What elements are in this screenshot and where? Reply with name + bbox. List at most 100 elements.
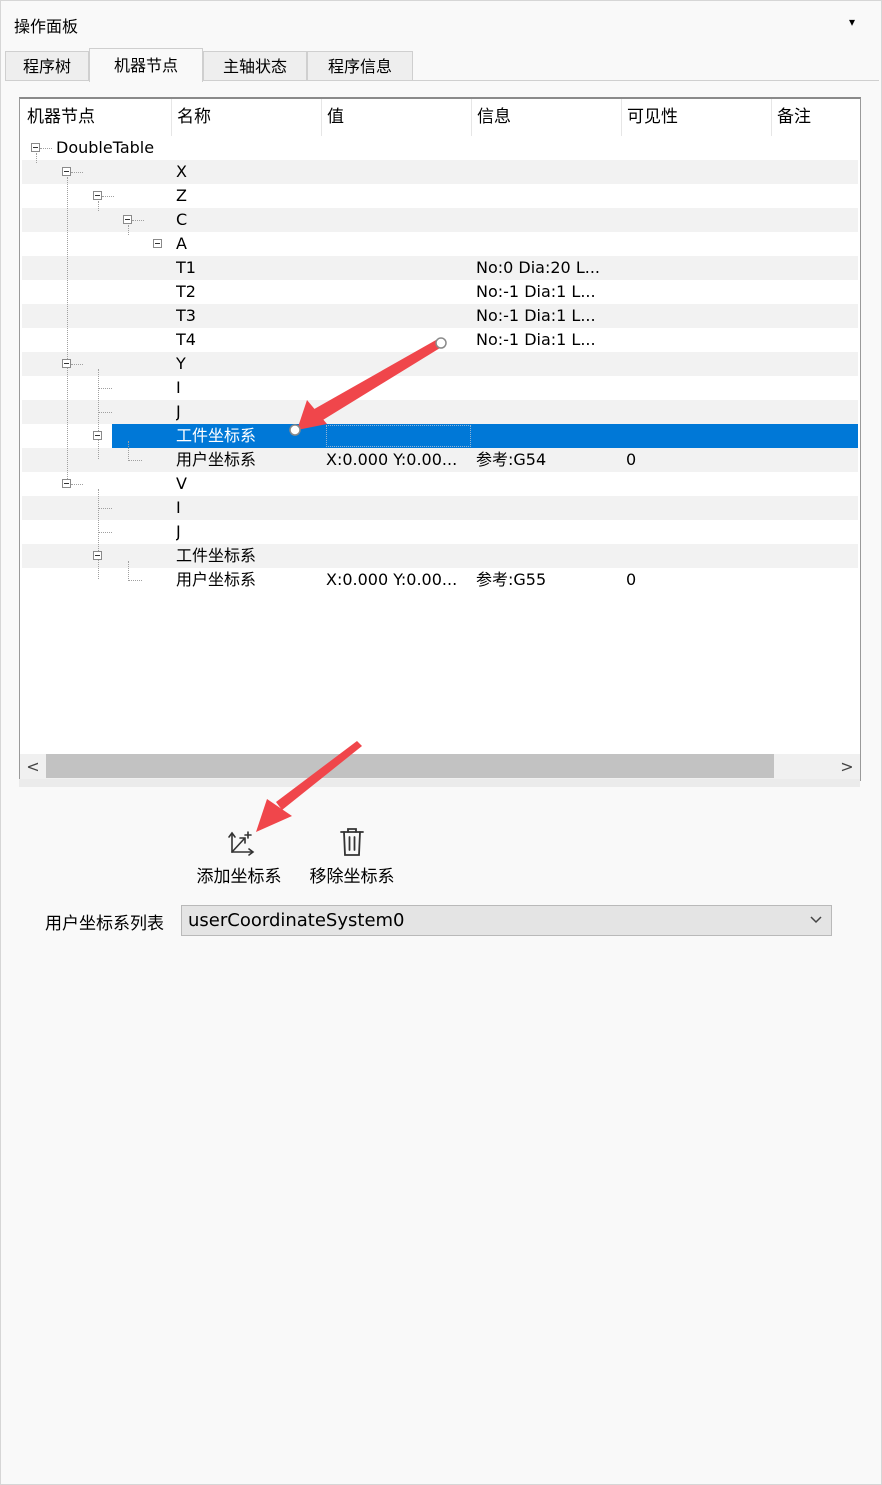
collapse-icon[interactable] — [93, 551, 102, 560]
tree-connector — [102, 196, 114, 197]
table-row[interactable]: 用户坐标系 X:0.000 Y:0.00... 参考:G55 0 — [22, 568, 858, 592]
tree-connector — [128, 225, 129, 235]
table-row[interactable]: V — [22, 472, 858, 496]
row-info: 参考:G55 — [476, 570, 547, 589]
axes-icon — [228, 831, 255, 856]
collapse-icon[interactable] — [93, 431, 102, 440]
scrollbar-thumb[interactable] — [46, 754, 774, 778]
collapse-icon[interactable] — [153, 239, 162, 248]
tree-connector — [98, 412, 112, 413]
tree-connector — [71, 364, 83, 365]
row-info: No:0 Dia:20 L... — [476, 258, 600, 277]
collapse-icon[interactable] — [93, 191, 102, 200]
add-coordinate-system-button[interactable]: 添加坐标系 — [190, 826, 288, 888]
row-name: 用户坐标系 — [176, 450, 257, 469]
scroll-left-icon[interactable]: < — [20, 754, 46, 780]
tab-program-info[interactable]: 程序信息 — [307, 51, 413, 81]
tree-connector — [71, 172, 83, 173]
table-row[interactable]: J — [22, 400, 858, 424]
tree-connector — [36, 153, 37, 163]
tree-connector — [98, 388, 112, 389]
table-row[interactable]: I — [22, 496, 858, 520]
row-name: 用户坐标系 — [176, 570, 257, 589]
table-row-selected[interactable]: 工件坐标系 — [112, 424, 858, 448]
row-name: T3 — [176, 306, 196, 325]
tab-program-tree[interactable]: 程序树 — [5, 51, 89, 81]
trash-icon — [340, 828, 364, 856]
remove-coordinate-system-button[interactable]: 移除坐标系 — [303, 826, 401, 888]
collapse-icon[interactable] — [31, 143, 40, 152]
scroll-right-icon[interactable]: > — [834, 754, 860, 780]
table-row[interactable]: J — [22, 520, 858, 544]
column-header-name[interactable]: 名称 — [172, 99, 322, 136]
table-row[interactable]: T4 No:-1 Dia:1 L... — [22, 328, 858, 352]
row-name: Z — [176, 186, 187, 205]
collapse-icon[interactable] — [62, 167, 71, 176]
selected-coordinate-system: userCoordinateSystem0 — [188, 910, 405, 931]
collapse-icon[interactable] — [62, 359, 71, 368]
tree-connector — [128, 460, 142, 461]
table-row[interactable]: T1 No:0 Dia:20 L... — [22, 256, 858, 280]
row-info: No:-1 Dia:1 L... — [476, 306, 596, 325]
tree-connector — [132, 220, 144, 221]
add-coordinate-system-label: 添加坐标系 — [196, 867, 282, 887]
column-header-remarks[interactable]: 备注 — [772, 99, 860, 136]
row-name: J — [176, 402, 181, 421]
table-row[interactable]: A — [22, 232, 858, 256]
column-header-value[interactable]: 值 — [322, 99, 472, 136]
table-row[interactable]: T2 No:-1 Dia:1 L... — [22, 280, 858, 304]
row-name: I — [176, 378, 181, 397]
grid-footer-strip — [19, 779, 860, 787]
tree-connector — [40, 148, 52, 149]
tab-machine-nodes[interactable]: 机器节点 — [89, 48, 203, 82]
column-header-info[interactable]: 信息 — [472, 99, 622, 136]
row-name: T4 — [176, 330, 196, 349]
row-info: No:-1 Dia:1 L... — [476, 330, 596, 349]
tree-connector — [128, 561, 129, 581]
tab-spindle-status[interactable]: 主轴状态 — [203, 51, 307, 81]
row-value: X:0.000 Y:0.00... — [326, 450, 458, 469]
row-name: X — [176, 162, 187, 181]
tree-connector — [98, 369, 99, 459]
table-row[interactable]: C — [22, 208, 858, 232]
tree-connector — [67, 177, 68, 487]
row-name: J — [176, 522, 181, 541]
row-name: A — [176, 234, 187, 253]
collapse-icon[interactable] — [62, 479, 71, 488]
tree-root-row[interactable]: DoubleTable — [22, 136, 858, 160]
table-row[interactable]: X — [22, 160, 858, 184]
tree-root-label: DoubleTable — [56, 138, 155, 157]
tree-connector — [98, 489, 99, 579]
table-row[interactable]: I — [22, 376, 858, 400]
collapse-icon[interactable] — [123, 215, 132, 224]
table-row[interactable]: 工件坐标系 — [22, 544, 858, 568]
row-value-focus-cell[interactable] — [326, 425, 471, 447]
chevron-down-icon[interactable] — [809, 914, 823, 926]
tree-connector — [128, 580, 142, 581]
tree-connector — [98, 508, 112, 509]
horizontal-scrollbar[interactable]: < > — [20, 754, 860, 780]
panel-title: 操作面板 — [14, 17, 79, 36]
grid-header: 机器节点 名称 值 信息 可见性 备注 — [20, 99, 860, 136]
tree-connector — [71, 484, 83, 485]
table-row[interactable]: 用户坐标系 X:0.000 Y:0.00... 参考:G54 0 — [22, 448, 858, 472]
tree-connector — [98, 532, 112, 533]
panel-menu-dropdown-icon[interactable]: ▾ — [849, 15, 855, 29]
column-header-visibility[interactable]: 可见性 — [622, 99, 772, 136]
table-row[interactable]: Y — [22, 352, 858, 376]
row-name: 工件坐标系 — [176, 426, 257, 445]
row-name: T1 — [176, 258, 196, 277]
column-header-machine-node[interactable]: 机器节点 — [22, 99, 172, 136]
remove-coordinate-system-label: 移除坐标系 — [309, 867, 395, 887]
row-name: T2 — [176, 282, 196, 301]
user-coordinate-list-label: 用户坐标系列表 — [45, 914, 164, 934]
row-info: 参考:G54 — [476, 450, 547, 469]
table-row[interactable]: Z — [22, 184, 858, 208]
user-coordinate-system-select[interactable]: userCoordinateSystem0 — [181, 905, 832, 936]
row-value: X:0.000 Y:0.00... — [326, 570, 458, 589]
machine-node-grid[interactable]: 机器节点 名称 值 信息 可见性 备注 DoubleTable X Z C A … — [19, 97, 861, 781]
row-name: Y — [176, 354, 186, 373]
table-row[interactable]: T3 No:-1 Dia:1 L... — [22, 304, 858, 328]
row-info: No:-1 Dia:1 L... — [476, 282, 596, 301]
row-name: C — [176, 210, 188, 229]
